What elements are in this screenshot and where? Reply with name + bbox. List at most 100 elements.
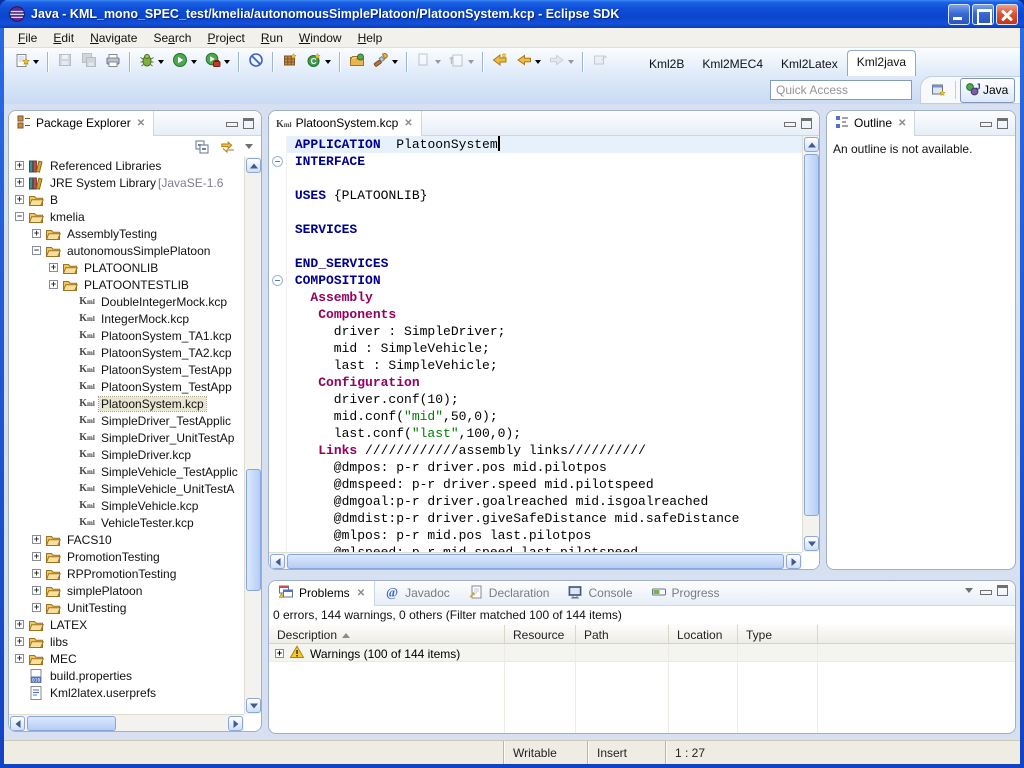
tree-item-platoonsystem-testapp[interactable]: KmlPlatoonSystem_TestApp bbox=[9, 361, 244, 378]
scroll-up-button[interactable] bbox=[246, 158, 261, 173]
expand-icon[interactable]: + bbox=[49, 263, 58, 272]
tree-item-platoonsystem-ta1-kcp[interactable]: KmlPlatoonSystem_TA1.kcp bbox=[9, 327, 244, 344]
debug-button[interactable] bbox=[135, 51, 159, 73]
last-edit-location-button[interactable] bbox=[412, 51, 436, 73]
window-minimize-button[interactable] bbox=[948, 4, 970, 25]
scroll-right-button[interactable] bbox=[786, 554, 801, 569]
code-line-16[interactable]: driver.conf(10); bbox=[287, 391, 802, 408]
code-line-1[interactable]: APPLICATION PlatoonSystem bbox=[287, 136, 802, 153]
column-header-type[interactable]: Type bbox=[738, 625, 818, 643]
scroll-left-button[interactable] bbox=[270, 554, 285, 569]
code-line-23[interactable]: @dmdist:p-r driver.giveSafeDistance mid.… bbox=[287, 510, 802, 527]
tree-item-unittesting[interactable]: +UnitTesting bbox=[9, 599, 244, 616]
column-header-path[interactable]: Path bbox=[576, 625, 669, 643]
tree-item-vehicletester-kcp[interactable]: KmlVehicleTester.kcp bbox=[9, 514, 244, 531]
perspective-button-kml2latex[interactable]: Kml2Latex bbox=[772, 53, 847, 76]
forward-button[interactable] bbox=[545, 51, 569, 73]
tree-item-platoonsystem-testapp[interactable]: KmlPlatoonSystem_TestApp bbox=[9, 378, 244, 395]
new-package-button[interactable] bbox=[278, 51, 302, 73]
code-line-10[interactable]: Assembly bbox=[287, 289, 802, 306]
scroll-thumb[interactable] bbox=[287, 554, 784, 569]
tree-vertical-scrollbar[interactable] bbox=[244, 157, 261, 714]
link-with-editor-button[interactable] bbox=[219, 136, 237, 158]
view-menu-icon[interactable] bbox=[245, 144, 253, 149]
code-line-20[interactable]: @dmpos: p-r driver.pos mid.pilotpos bbox=[287, 459, 802, 476]
menu-search[interactable]: Search bbox=[145, 29, 199, 47]
tree-item-promotiontesting[interactable]: +PromotionTesting bbox=[9, 548, 244, 565]
outline-tab[interactable]: Outline ✕ bbox=[827, 111, 915, 136]
tree-item-mec[interactable]: +MEC bbox=[9, 650, 244, 667]
maximize-view-button[interactable] bbox=[997, 118, 1008, 129]
code-line-13[interactable]: mid : SimpleVehicle; bbox=[287, 340, 802, 357]
scroll-up-button[interactable] bbox=[804, 137, 819, 152]
perspective-button-kml2mec4[interactable]: Kml2MEC4 bbox=[693, 53, 772, 76]
tree-item-platoontestlib[interactable]: +PLATOONTESTLIB bbox=[9, 276, 244, 293]
code-line-7[interactable] bbox=[287, 238, 802, 255]
expand-icon[interactable]: + bbox=[275, 649, 284, 658]
code-line-17[interactable]: mid.conf("mid",50,0); bbox=[287, 408, 802, 425]
code-editor[interactable]: APPLICATION PlatoonSystem INTERFACE USES… bbox=[287, 136, 802, 552]
pin-editor-button[interactable] bbox=[588, 51, 612, 73]
minimize-editor-button[interactable] bbox=[783, 118, 795, 128]
code-line-19[interactable]: Links ////////////assembly links////////… bbox=[287, 442, 802, 459]
maximize-view-button[interactable] bbox=[243, 118, 254, 129]
column-header-resource[interactable]: Resource bbox=[505, 625, 576, 643]
expand-icon[interactable]: + bbox=[15, 195, 24, 204]
title-bar[interactable]: Java - KML_mono_SPEC_test/kmelia/autonom… bbox=[0, 0, 1024, 28]
code-line-8[interactable]: END_SERVICES bbox=[287, 255, 802, 272]
skip-breakpoints-button[interactable] bbox=[244, 51, 268, 73]
window-maximize-button[interactable] bbox=[972, 4, 994, 25]
tree-item-jre-system-library[interactable]: +JRE System Library [JavaSE-1.6 bbox=[9, 174, 244, 191]
editor-horizontal-scrollbar[interactable] bbox=[269, 552, 802, 569]
scroll-down-button[interactable] bbox=[804, 536, 819, 551]
menu-run[interactable]: Run bbox=[253, 29, 291, 47]
new-wizard-button[interactable] bbox=[10, 51, 34, 73]
fold-collapse-icon[interactable] bbox=[272, 275, 283, 286]
code-line-12[interactable]: driver : SimpleDriver; bbox=[287, 323, 802, 340]
tree-item-platoonlib[interactable]: +PLATOONLIB bbox=[9, 259, 244, 276]
menu-help[interactable]: Help bbox=[350, 29, 391, 47]
tree-item-simplevehicle-kcp[interactable]: KmlSimpleVehicle.kcp bbox=[9, 497, 244, 514]
scroll-left-button[interactable] bbox=[10, 716, 25, 731]
tree-item-platoonsystem-ta2-kcp[interactable]: KmlPlatoonSystem_TA2.kcp bbox=[9, 344, 244, 361]
code-line-2[interactable]: INTERFACE bbox=[287, 153, 802, 170]
tree-horizontal-scrollbar[interactable] bbox=[9, 714, 244, 731]
menu-navigate[interactable]: Navigate bbox=[82, 29, 145, 47]
quick-access-input[interactable] bbox=[770, 80, 912, 100]
open-perspective-button[interactable] bbox=[927, 79, 951, 101]
code-line-25[interactable]: @mlspeed: p-r mid.speed last.pilotspeed bbox=[287, 544, 802, 552]
open-type-button[interactable] bbox=[345, 51, 369, 73]
minimize-view-button[interactable] bbox=[979, 586, 991, 596]
collapse-icon[interactable]: − bbox=[32, 246, 41, 255]
expand-icon[interactable]: + bbox=[15, 654, 24, 663]
code-line-21[interactable]: @dmspeed: p-r driver.speed mid.pilotspee… bbox=[287, 476, 802, 493]
code-line-24[interactable]: @mlpos: p-r mid.pos last.pilotpos bbox=[287, 527, 802, 544]
expand-icon[interactable]: + bbox=[32, 586, 41, 595]
code-line-5[interactable] bbox=[287, 204, 802, 221]
tree-item-assemblytesting[interactable]: +AssemblyTesting bbox=[9, 225, 244, 242]
close-icon[interactable]: ✕ bbox=[402, 118, 412, 129]
tab-progress[interactable]: Progress bbox=[642, 581, 729, 606]
code-line-6[interactable]: SERVICES bbox=[287, 221, 802, 238]
code-line-18[interactable]: last.conf("last",100,0); bbox=[287, 425, 802, 442]
column-header-description[interactable]: Description bbox=[269, 625, 505, 643]
close-icon[interactable]: ✕ bbox=[135, 118, 145, 129]
scroll-right-button[interactable] bbox=[228, 716, 243, 731]
expand-icon[interactable]: + bbox=[32, 603, 41, 612]
tree-item-rppromotiontesting[interactable]: +RPPromotionTesting bbox=[9, 565, 244, 582]
tree-item-simpledriver-kcp[interactable]: KmlSimpleDriver.kcp bbox=[9, 446, 244, 463]
close-icon[interactable]: ✕ bbox=[355, 588, 365, 599]
tree-item-autonomoussimpleplatoon[interactable]: −autonomousSimplePlatoon bbox=[9, 242, 244, 259]
window-close-button[interactable] bbox=[996, 4, 1018, 25]
code-line-11[interactable]: Components bbox=[287, 306, 802, 323]
editor-tab[interactable]: Kml PlatoonSystem.kcp ✕ bbox=[269, 111, 422, 136]
expand-icon[interactable]: + bbox=[32, 552, 41, 561]
menu-edit[interactable]: Edit bbox=[45, 29, 82, 47]
go-into-button[interactable] bbox=[445, 51, 469, 73]
code-line-4[interactable]: USES {PLATOONLIB} bbox=[287, 187, 802, 204]
tree-item-referenced-libraries[interactable]: +Referenced Libraries bbox=[9, 157, 244, 174]
code-line-15[interactable]: Configuration bbox=[287, 374, 802, 391]
tree-item-doubleintegermock-kcp[interactable]: KmlDoubleIntegerMock.kcp bbox=[9, 293, 244, 310]
save-button[interactable] bbox=[53, 51, 77, 73]
view-menu-icon[interactable] bbox=[965, 588, 973, 593]
